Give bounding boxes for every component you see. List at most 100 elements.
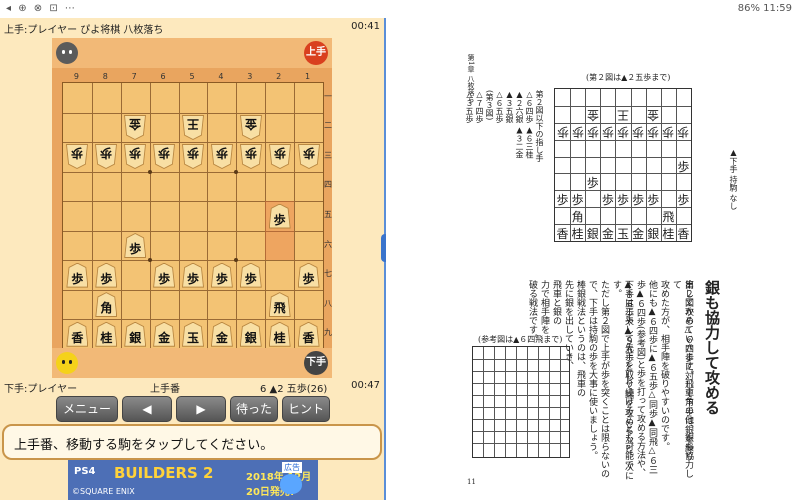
grid-line [63,171,323,173]
shogi-piece[interactable]: 歩 [268,203,291,229]
menu-button[interactable]: メニュー [56,396,118,422]
shogi-board[interactable]: 金王金歩歩歩歩歩歩歩歩歩歩歩歩歩歩歩歩歩歩角飛香桂銀金玉金銀桂香 [62,82,324,350]
shogi-piece[interactable]: 歩 [182,262,204,288]
figure-2-title: (第２図は▲２五歩まで) [586,73,671,82]
rank-labels: 一二三四五六七八九 [324,82,332,348]
shogi-piece[interactable]: 歩 [153,144,175,169]
top-clock: 00:41 [351,21,380,32]
file-label: 8 [102,72,108,81]
move-line: △３五歩 [465,90,474,123]
figure-piece: 歩 [677,193,690,208]
shogi-piece[interactable]: 角 [95,292,118,318]
shogi-app-pane: 上手:プレイヤー ぴよ将棋 八枚落ち 00:41 上手 9 8 7 6 5 4 3 2 1 金 王… [0,18,384,500]
grid-line [63,260,323,262]
shogi-piece[interactable]: 王 [182,115,204,140]
shogi-piece[interactable]: 歩 [239,262,262,288]
back-button[interactable]: ◀ [122,396,172,422]
shogi-piece[interactable]: 桂 [268,321,291,347]
rank-label: 一 [324,91,332,101]
shogi-piece[interactable]: 歩 [269,144,291,169]
shogi-piece[interactable]: 歩 [95,262,118,288]
shogi-piece[interactable]: 歩 [66,144,88,169]
shogi-piece[interactable]: 香 [66,321,89,347]
shogi-piece[interactable]: 歩 [124,144,146,169]
top-role-badge: 上手 [304,41,328,65]
battery-clock: 86% 11:59 [737,3,792,14]
ad-banner[interactable]: PS4 BUILDERS 2 2018年 12月20日発売! 広告 ©SQUAR… [68,460,318,500]
rank-label: 六 [324,239,332,249]
grid-line [63,142,323,144]
grid-line [63,289,323,291]
figure-piece: 飛 [662,210,675,225]
shogi-piece[interactable]: 玉 [182,321,204,347]
figure-2-board: 金王金歩歩歩歩歩歩歩歩歩歩歩歩歩歩歩歩歩歩角飛香桂銀金玉金銀桂香 [554,88,692,242]
paragraph-line: 歩▲６四歩(参考図)と歩を打って攻める方法や、 [635,280,645,478]
paragraph-line: 棒銀戦法というのは、飛車の [575,280,585,397]
gote-avatar [56,42,78,64]
shogi-piece[interactable]: 歩 [240,144,262,169]
undo-button[interactable]: 待った [230,396,278,422]
shogi-piece[interactable]: 香 [297,321,320,347]
move-line: △７四歩 [475,90,484,123]
shogi-piece[interactable]: 飛 [268,292,291,318]
shogi-piece[interactable]: 歩 [153,262,176,288]
ad-publisher: ©SQUARE ENIX [72,487,135,496]
ad-platform: PS4 [74,466,96,477]
file-label: 7 [131,72,137,81]
status-icons: ◂ ⊕ ⊗ ⊡ ⋯ [6,3,77,14]
rank-label: 九 [324,328,332,338]
figure-piece: 香 [677,227,690,242]
shogi-piece[interactable]: 歩 [210,262,233,288]
file-label: 2 [276,72,282,81]
ad-tag[interactable]: 広告 [282,462,302,473]
grid-line [63,319,323,321]
file-label: 5 [189,72,195,81]
paragraph-line: 出して攻めていきます。飛車角の他、銀も協力して [671,280,693,478]
star-point [234,258,239,263]
grid-line [294,83,296,349]
shogi-piece[interactable]: 金 [124,115,146,140]
status-bar: ◂ ⊕ ⊗ ⊡ ⋯ 86% 11:59 [0,0,800,18]
shogi-piece[interactable]: 歩 [66,262,89,288]
file-label: 1 [305,72,311,81]
shogi-piece[interactable]: 金 [240,115,262,140]
gote-hand[interactable]: 上手 [52,38,332,68]
shogi-piece[interactable]: 銀 [124,321,147,347]
forward-button[interactable]: ▶ [176,396,226,422]
shogi-piece[interactable]: 銀 [239,321,262,347]
rank-label: 二 [324,121,332,131]
figure-2-hand: ▲下手 持駒 なし [729,148,738,211]
paragraph-line: 攻めた方が、相手陣を破りやすいのです。 [659,280,669,451]
file-label: 4 [218,72,224,81]
shogi-piece[interactable]: 歩 [298,144,320,169]
instruction-text: 上手番、移動する駒をタップしてください。 [14,438,274,453]
bottom-role-badge: 下手 [304,351,328,375]
last-move: 6 ▲2 五歩(26) [260,384,328,395]
grid-line [120,83,122,349]
shogi-piece[interactable]: 金 [153,321,176,347]
file-label: 6 [160,72,166,81]
move-line: △６五歩 [495,90,504,123]
shogi-piece[interactable]: 歩 [297,262,320,288]
shogi-piece[interactable]: 桂 [95,321,118,347]
figure-piece: 金 [647,107,660,122]
board-frame: 上手 987654321 金王金歩歩歩歩歩歩歩歩歩歩歩歩歩歩歩歩歩歩角飛香桂銀金… [52,38,332,378]
page-number: 11 [467,478,476,486]
figure-piece: 角 [571,210,584,225]
bottom-clock: 00:47 [351,380,380,391]
move-line: ▲２六銀 ▲３二金 [515,90,524,159]
shogi-piece[interactable]: 歩 [211,144,233,169]
shogi-piece[interactable]: 歩 [182,144,204,169]
figure-piece: 金 [586,107,599,122]
ebook-page: 第1章 八枚落ち (第２図は▲２五歩まで) 金王金歩歩歩歩歩歩歩歩歩歩歩歩歩歩歩… [386,18,800,500]
section-heading: 銀も協力して攻める [703,280,721,415]
file-label: 9 [73,72,79,81]
sente-hand[interactable]: 下手 [52,348,332,378]
shogi-piece[interactable]: 歩 [124,233,147,259]
shogi-piece[interactable]: 歩 [95,144,117,169]
star-point [147,169,152,174]
hint-button[interactable]: ヒント [282,396,330,422]
shogi-piece[interactable]: 金 [210,321,233,347]
figure-piece: 歩 [677,159,690,174]
move-line: ▲３五銀 [505,90,514,123]
